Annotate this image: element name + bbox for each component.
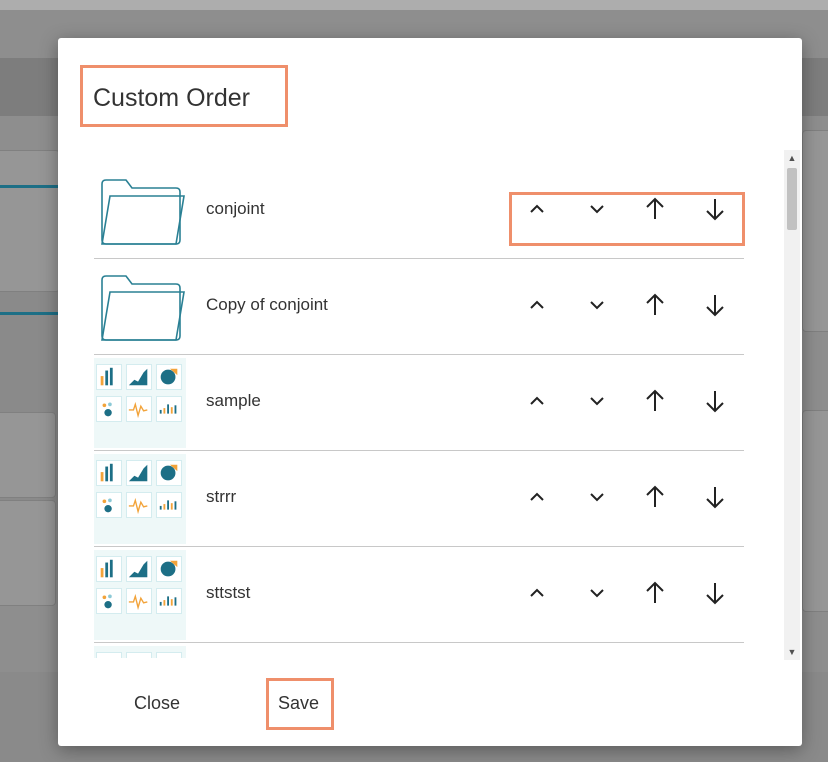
pie-chart-icon xyxy=(156,556,182,582)
move-to-top-icon[interactable] xyxy=(640,288,670,322)
move-up-icon[interactable] xyxy=(522,480,552,514)
area-chart-icon xyxy=(126,460,152,486)
move-to-top-icon[interactable] xyxy=(640,576,670,610)
scroll-down-arrow-icon[interactable]: ▼ xyxy=(784,644,800,660)
background-card xyxy=(0,412,56,498)
bar-chart-icon xyxy=(96,556,122,582)
background-card xyxy=(0,500,56,606)
move-to-bottom-icon[interactable] xyxy=(700,384,730,418)
scatter-chart-icon xyxy=(96,492,122,518)
dialog-title: Custom Order xyxy=(93,84,250,112)
item-name: sample xyxy=(206,391,261,410)
area-chart-icon xyxy=(126,364,152,390)
list-item: sample xyxy=(94,354,744,451)
list-scrollbar[interactable]: ▲ ▼ xyxy=(784,150,800,660)
close-button[interactable]: Close xyxy=(134,693,180,714)
move-down-icon[interactable] xyxy=(582,576,612,610)
area-chart-icon xyxy=(126,652,152,658)
line-chart-icon xyxy=(126,396,152,422)
background-line xyxy=(0,312,58,315)
bar-chart-icon xyxy=(96,460,122,486)
move-to-bottom-icon[interactable] xyxy=(700,288,730,322)
pie-chart-icon xyxy=(156,460,182,486)
column-chart-icon xyxy=(156,588,182,614)
move-down-icon[interactable] xyxy=(582,480,612,514)
list-item xyxy=(94,642,744,658)
line-chart-icon xyxy=(126,492,152,518)
scrollbar-thumb[interactable] xyxy=(787,168,797,230)
folder-icon xyxy=(96,270,186,344)
folder-icon xyxy=(96,174,186,248)
list-item: strrr xyxy=(94,450,744,547)
pie-chart-icon xyxy=(156,652,182,658)
move-to-bottom-icon[interactable] xyxy=(700,576,730,610)
column-chart-icon xyxy=(156,396,182,422)
custom-order-dialog: Custom Order conjoint Copy of conjoint s… xyxy=(58,38,802,746)
bar-chart-icon xyxy=(96,364,122,390)
move-to-top-icon[interactable] xyxy=(640,480,670,514)
scatter-chart-icon xyxy=(96,396,122,422)
background-card xyxy=(802,410,828,612)
move-up-icon[interactable] xyxy=(522,384,552,418)
item-name: Copy of conjoint xyxy=(206,295,328,314)
item-name: strrr xyxy=(206,487,237,506)
area-chart-icon xyxy=(126,556,152,582)
dashboard-icon xyxy=(94,454,186,544)
list-item: sttstst xyxy=(94,546,744,643)
pie-chart-icon xyxy=(156,364,182,390)
move-down-icon[interactable] xyxy=(582,384,612,418)
move-to-bottom-icon[interactable] xyxy=(700,480,730,514)
dashboard-icon xyxy=(94,358,186,448)
move-to-top-icon[interactable] xyxy=(640,384,670,418)
item-name: conjoint xyxy=(206,199,265,218)
scroll-up-arrow-icon[interactable]: ▲ xyxy=(784,150,800,166)
background-card xyxy=(802,130,828,332)
background-line xyxy=(0,185,58,188)
column-chart-icon xyxy=(156,492,182,518)
list-item: Copy of conjoint xyxy=(94,258,744,355)
dashboard-icon xyxy=(94,550,186,640)
bar-chart-icon xyxy=(96,652,122,658)
scatter-chart-icon xyxy=(96,588,122,614)
move-up-icon[interactable] xyxy=(522,576,552,610)
dashboard-icon xyxy=(94,646,186,658)
line-chart-icon xyxy=(126,588,152,614)
controls-highlight xyxy=(509,192,745,246)
background-topbar xyxy=(0,0,828,10)
item-name: sttstst xyxy=(206,583,251,602)
move-up-icon[interactable] xyxy=(522,288,552,322)
background-card xyxy=(0,150,60,292)
save-button[interactable]: Save xyxy=(278,693,319,714)
move-down-icon[interactable] xyxy=(582,288,612,322)
